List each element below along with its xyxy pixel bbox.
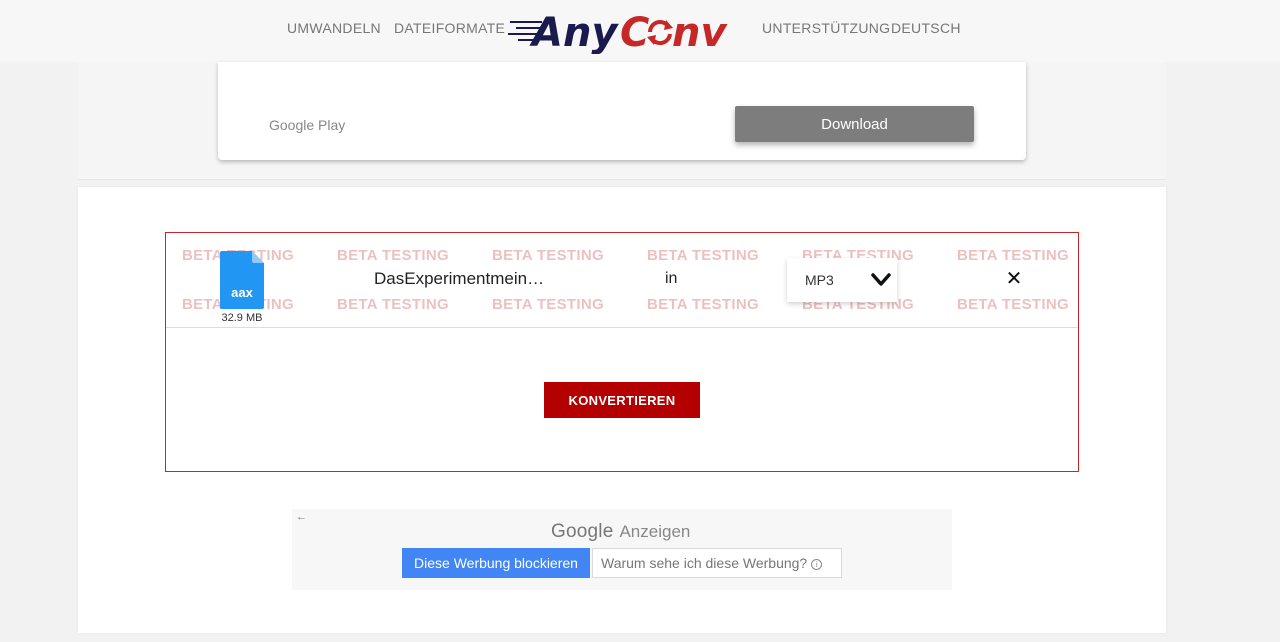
- logo-text-c: C: [620, 10, 649, 54]
- google-play-label: Google Play: [269, 117, 346, 133]
- convert-arrows-icon: [647, 20, 673, 46]
- file-extension-label: aax: [231, 285, 253, 300]
- ads-label: Anzeigen: [619, 522, 691, 541]
- file-row: BETA TESTING BETA TESTING BETA TESTING B…: [166, 233, 1078, 328]
- google-ads-heading: Google Anzeigen: [551, 521, 690, 543]
- nav-unterstuetzung[interactable]: UNTERSTÜTZUNG: [762, 20, 890, 36]
- in-label: in: [665, 270, 678, 287]
- anyconv-logo[interactable]: Any C nv: [508, 4, 730, 54]
- block-ad-button[interactable]: Diese Werbung blockieren: [402, 548, 590, 578]
- beta-watermark: BETA TESTING: [957, 247, 1069, 264]
- beta-watermark: BETA TESTING: [337, 296, 449, 313]
- convert-button[interactable]: KONVERTIEREN: [544, 382, 700, 418]
- info-icon: i: [811, 559, 823, 570]
- convert-box: BETA TESTING BETA TESTING BETA TESTING B…: [165, 232, 1079, 472]
- why-this-ad-label: Warum sehe ich diese Werbung?: [601, 555, 808, 571]
- remove-file-icon[interactable]: ✕: [1004, 269, 1024, 289]
- logo-text-any: Any: [529, 10, 619, 54]
- why-this-ad-button[interactable]: Warum sehe ich diese Werbung? i: [592, 548, 842, 578]
- google-brand: Google: [551, 521, 614, 542]
- beta-watermark: BETA TESTING: [492, 247, 604, 264]
- download-button[interactable]: Download: [735, 106, 974, 142]
- target-format-select[interactable]: MP3: [787, 258, 897, 302]
- ad-container: ← Google Anzeigen Diese Werbung blockiere…: [292, 509, 952, 590]
- nav-dateiformate[interactable]: DATEIFORMATE: [394, 20, 505, 36]
- selected-format: MP3: [805, 272, 834, 288]
- chevron-down-icon: [871, 273, 891, 286]
- site-header: UMWANDELN DATEIFORMATE Any C nv UNTERSTÜ…: [0, 0, 1280, 62]
- beta-watermark: BETA TESTING: [492, 296, 604, 313]
- file-name: DasExperimentmeinA…: [374, 269, 554, 288]
- nav-deutsch[interactable]: DEUTSCH: [891, 20, 961, 36]
- nav-umwandeln[interactable]: UMWANDELN: [287, 20, 381, 36]
- back-arrow-icon[interactable]: ←: [296, 511, 307, 523]
- file-icon: [220, 251, 264, 309]
- logo-text-nv: nv: [672, 10, 728, 54]
- beta-watermark: BETA TESTING: [957, 296, 1069, 313]
- beta-watermark: BETA TESTING: [337, 247, 449, 264]
- app-download-card: Google Play Download: [218, 62, 1026, 160]
- beta-watermark: BETA TESTING: [647, 247, 759, 264]
- file-size: 32.9 MB: [221, 312, 263, 324]
- beta-watermark: BETA TESTING: [647, 296, 759, 313]
